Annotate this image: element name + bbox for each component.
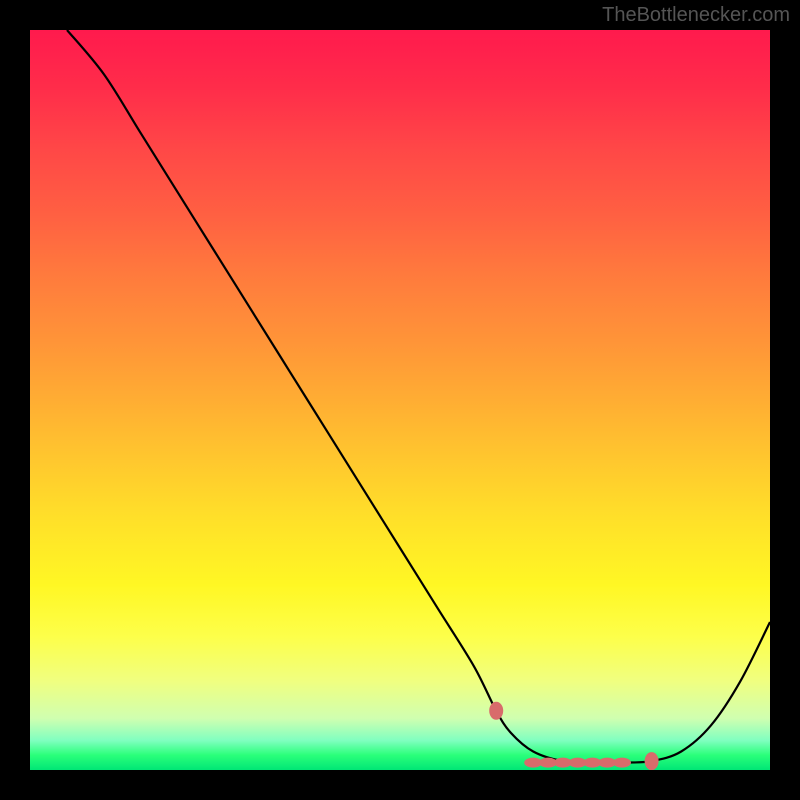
- chart-svg: [30, 30, 770, 770]
- marker-bottom-6: [613, 758, 631, 768]
- marker-left-edge: [489, 702, 503, 720]
- chart-plot-area: [30, 30, 770, 770]
- curve-group: [67, 30, 770, 763]
- watermark-text: TheBottlenecker.com: [602, 4, 790, 27]
- marker-right-edge: [645, 752, 659, 770]
- bottleneck-curve-path: [67, 30, 770, 763]
